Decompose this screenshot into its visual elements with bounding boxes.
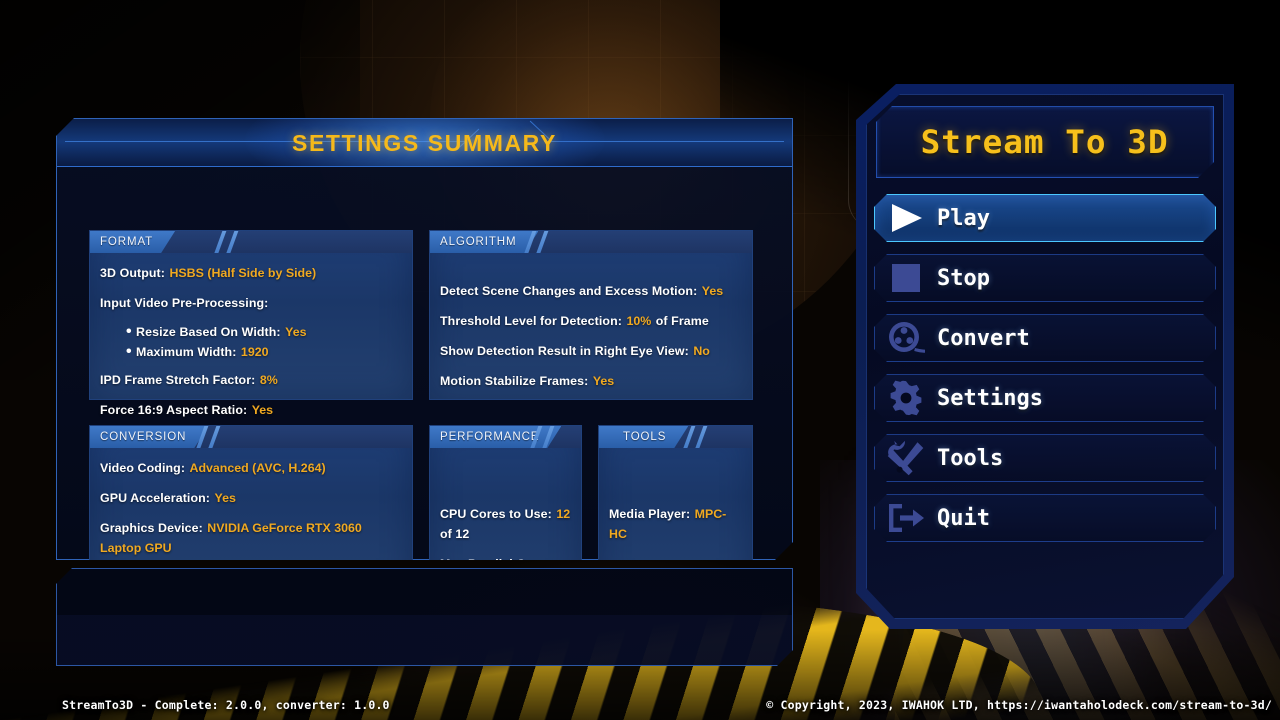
panel-format: FORMAT 3D Output: HSBS (Half Side by Sid… <box>89 230 413 400</box>
panel-body: 3D Output: HSBS (Half Side by Side) Inpu… <box>90 253 412 430</box>
settings-button-label: Settings <box>937 385 1043 411</box>
setting-key: Force 16:9 Aspect Ratio: <box>100 403 248 417</box>
setting-value: 8% <box>259 373 278 387</box>
tools-icon <box>875 440 937 476</box>
panel-body: Media Player: MPC-HC <box>599 448 752 554</box>
main-menu-content: Stream To 3D Play Stop Convert Settings … <box>856 84 1234 629</box>
setting-key: CPU Cores to Use: <box>440 507 552 521</box>
header-slash-icon <box>225 231 240 253</box>
setting-row: Show Detection Result in Right Eye View:… <box>440 341 742 361</box>
setting-value: Yes <box>701 284 724 298</box>
settings-button[interactable]: Settings <box>874 374 1216 422</box>
settings-summary-window: SETTINGS SUMMARY FORMAT 3D Output: HSBS … <box>56 118 793 560</box>
panel-header-label: FORMAT <box>100 236 154 248</box>
setting-value: 10% <box>626 314 652 328</box>
panel-header-tab: ALGORITHM <box>430 231 538 253</box>
panel-header: CONVERSION <box>90 426 412 448</box>
setting-value: Yes <box>251 403 274 417</box>
panel-header-tab: PERFORMANCE <box>430 426 561 448</box>
setting-key: Input Video Pre-Processing: <box>100 296 269 310</box>
panel-header: FORMAT <box>90 231 412 253</box>
setting-suffix: of Frame <box>655 314 709 328</box>
exit-icon <box>875 502 937 534</box>
play-icon <box>875 201 937 235</box>
setting-value: 12 <box>556 507 571 521</box>
setting-row: Motion Stabilize Frames: Yes <box>440 371 742 391</box>
setting-key: Threshold Level for Detection: <box>440 314 622 328</box>
setting-key: 3D Output: <box>100 266 166 280</box>
setting-key: IPD Frame Stretch Factor: <box>100 373 256 387</box>
play-button[interactable]: Play <box>874 194 1216 242</box>
tools-button[interactable]: Tools <box>874 434 1216 482</box>
setting-key: Resize Based On Width: <box>136 325 281 339</box>
panel-header-tab: CONVERSION <box>90 426 208 448</box>
setting-row: Graphics Device: NVIDIA GeForce RTX 3060… <box>100 518 402 558</box>
setting-value: 1920 <box>240 345 269 359</box>
setting-value: Yes <box>592 374 615 388</box>
window-titlebar: SETTINGS SUMMARY <box>57 119 792 167</box>
window-body: FORMAT 3D Output: HSBS (Half Side by Sid… <box>57 167 792 180</box>
list-item: Resize Based On Width: Yes <box>126 323 402 341</box>
setting-value: Yes <box>285 325 307 339</box>
quit-button[interactable]: Quit <box>874 494 1216 542</box>
version-status-text: StreamTo3D - Complete: 2.0.0, converter:… <box>62 698 390 712</box>
setting-row: 3D Output: HSBS (Half Side by Side) <box>100 263 402 283</box>
panel-header-label: PERFORMANCE <box>440 431 540 443</box>
app-logo-text: Stream To 3D <box>920 123 1170 161</box>
stop-button-label: Stop <box>937 265 990 291</box>
panel-header-label: TOOLS <box>623 431 667 443</box>
play-button-label: Play <box>937 205 990 231</box>
setting-key: Motion Stabilize Frames: <box>440 374 589 388</box>
setting-row: Detect Scene Changes and Excess Motion: … <box>440 281 742 301</box>
setting-row: IPD Frame Stretch Factor: 8% <box>100 370 402 390</box>
setting-value: HSBS (Half Side by Side) <box>169 266 317 280</box>
setting-key: Media Player: <box>609 507 691 521</box>
list-item: Maximum Width: 1920 <box>126 343 402 361</box>
setting-key: GPU Acceleration: <box>100 491 211 505</box>
tools-button-label: Tools <box>937 445 1004 471</box>
panel-body: Detect Scene Changes and Excess Motion: … <box>430 253 752 401</box>
convert-button[interactable]: Convert <box>874 314 1216 362</box>
panel-header: ALGORITHM <box>430 231 752 253</box>
log-output-panel <box>56 568 793 666</box>
main-menu-frame: Stream To 3D Play Stop Convert Settings … <box>856 84 1234 629</box>
header-slash-icon <box>207 426 222 448</box>
header-slash-icon <box>213 231 228 253</box>
setting-key: Video Coding: <box>100 461 186 475</box>
setting-row: Media Player: MPC-HC <box>609 504 742 544</box>
panel-header: TOOLS <box>599 426 752 448</box>
page-title: SETTINGS SUMMARY <box>292 130 557 156</box>
panel-header-tab: FORMAT <box>90 231 175 253</box>
setting-row: Force 16:9 Aspect Ratio: Yes <box>100 400 402 420</box>
setting-row: CPU Cores to Use: 12 of 12 <box>440 504 571 544</box>
setting-value: Advanced (AVC, H.264) <box>189 461 326 475</box>
quit-button-label: Quit <box>937 505 990 531</box>
setting-key: Maximum Width: <box>136 345 237 359</box>
setting-key: Show Detection Result in Right Eye View: <box>440 344 689 358</box>
setting-key: Graphics Device: <box>100 521 203 535</box>
setting-suffix: of 12 <box>440 527 470 541</box>
panel-header-label: CONVERSION <box>100 431 187 443</box>
copyright-text: © Copyright, 2023, IWAHOK LTD, https://i… <box>766 698 1272 712</box>
film-reel-icon <box>875 320 937 356</box>
header-slash-icon <box>535 231 550 253</box>
setting-row: Threshold Level for Detection: 10% of Fr… <box>440 311 742 331</box>
panel-algorithm: ALGORITHM Detect Scene Changes and Exces… <box>429 230 753 400</box>
setting-row: Video Coding: Advanced (AVC, H.264) <box>100 458 402 478</box>
panel-header-label: ALGORITHM <box>440 236 517 248</box>
panel-header-tab: TOOLS <box>599 426 688 448</box>
setting-row: Input Video Pre-Processing: <box>100 293 402 313</box>
stop-button[interactable]: Stop <box>874 254 1216 302</box>
app-logo: Stream To 3D <box>876 106 1214 178</box>
gear-icon <box>875 380 937 416</box>
setting-value: Yes <box>214 491 236 505</box>
setting-key: Detect Scene Changes and Excess Motion: <box>440 284 698 298</box>
convert-button-label: Convert <box>937 325 1030 351</box>
setting-value: No <box>693 344 710 358</box>
setting-row: GPU Acceleration: Yes <box>100 488 402 508</box>
setting-bullet-list: Resize Based On Width: Yes Maximum Width… <box>126 323 402 361</box>
stop-icon <box>875 262 937 294</box>
header-slash-icon <box>694 426 709 448</box>
panel-header: PERFORMANCE <box>430 426 581 448</box>
